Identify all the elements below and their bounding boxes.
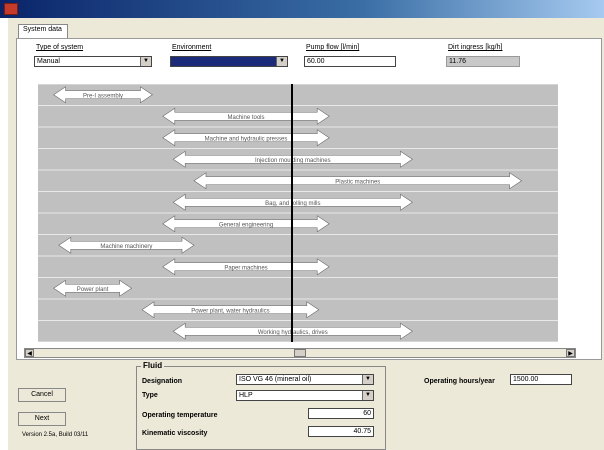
operating-hours-label: Operating hours/year — [424, 378, 495, 385]
application-range-chart: Pre-I assembly Machine tools Machine and h… — [38, 84, 558, 342]
designation-label: Designation — [142, 378, 183, 385]
scroll-thumb[interactable] — [294, 349, 306, 357]
fluid-legend: Fluid — [141, 361, 165, 370]
operating-temperature-label: Operating temperature — [142, 412, 218, 419]
system-type-dropdown[interactable]: Manual ▼ — [34, 56, 152, 67]
system-type-label: Type of system — [36, 44, 84, 51]
environment-label: Environment — [172, 44, 212, 51]
pump-flow-label: Pump flow [l/min] — [306, 44, 360, 51]
kinematic-viscosity-input[interactable]: 40.75 — [308, 426, 374, 437]
operating-temperature-input[interactable]: 60 — [308, 408, 374, 419]
range-bar-label: Machine machinery — [100, 244, 152, 250]
chevron-down-icon[interactable]: ▼ — [276, 57, 287, 66]
designation-dropdown[interactable]: ISO VG 46 (mineral oil) ▼ — [236, 374, 374, 385]
title-bar — [0, 0, 604, 18]
chevron-down-icon[interactable]: ▼ — [362, 375, 373, 384]
cancel-button[interactable]: Cancel — [18, 388, 66, 402]
tab-system-data[interactable]: System data — [18, 24, 68, 38]
version-text: Version 2.5a, Build 03/11 — [22, 432, 89, 438]
kinematic-viscosity-label: Kinematic viscosity — [142, 430, 208, 437]
next-button[interactable]: Next — [18, 412, 66, 426]
range-bar-label: General engineering — [219, 222, 273, 228]
range-bar-label: Paper machines — [224, 265, 267, 271]
chevron-down-icon[interactable]: ▼ — [362, 391, 373, 400]
operating-hours-input[interactable]: 1500.00 — [510, 374, 572, 385]
app-icon — [4, 3, 18, 15]
type-value: HLP — [239, 392, 253, 399]
type-dropdown[interactable]: HLP ▼ — [236, 390, 374, 401]
range-bar-label: Machine and hydraulic presses — [205, 136, 288, 142]
range-bar-label: Machine tools — [227, 115, 264, 121]
scroll-left-icon[interactable]: ◀ — [25, 349, 34, 357]
range-bar-label: Power plant, water hydraulics — [191, 308, 269, 314]
chevron-down-icon[interactable]: ▼ — [140, 57, 151, 66]
range-chart-svg: Pre-I assembly Machine tools Machine and h… — [38, 84, 558, 342]
range-bar-label: Power plant — [77, 287, 109, 293]
range-bar-label: Plastic machines — [335, 179, 380, 185]
type-label: Type — [142, 392, 158, 399]
environment-dropdown[interactable]: ▼ — [170, 56, 288, 67]
system-type-value: Manual — [37, 58, 60, 65]
designation-value: ISO VG 46 (mineral oil) — [239, 376, 312, 383]
dirt-ingress-label: Dirt ingress [kg/h] — [448, 44, 503, 51]
pump-flow-input[interactable]: 60.00 — [304, 56, 396, 67]
range-bar-label: Pre-I assembly — [83, 93, 123, 99]
dirt-ingress-value: 11.76 — [446, 56, 520, 67]
scroll-right-icon[interactable]: ▶ — [566, 349, 575, 357]
horizontal-scrollbar[interactable]: ◀ ▶ — [24, 348, 576, 358]
